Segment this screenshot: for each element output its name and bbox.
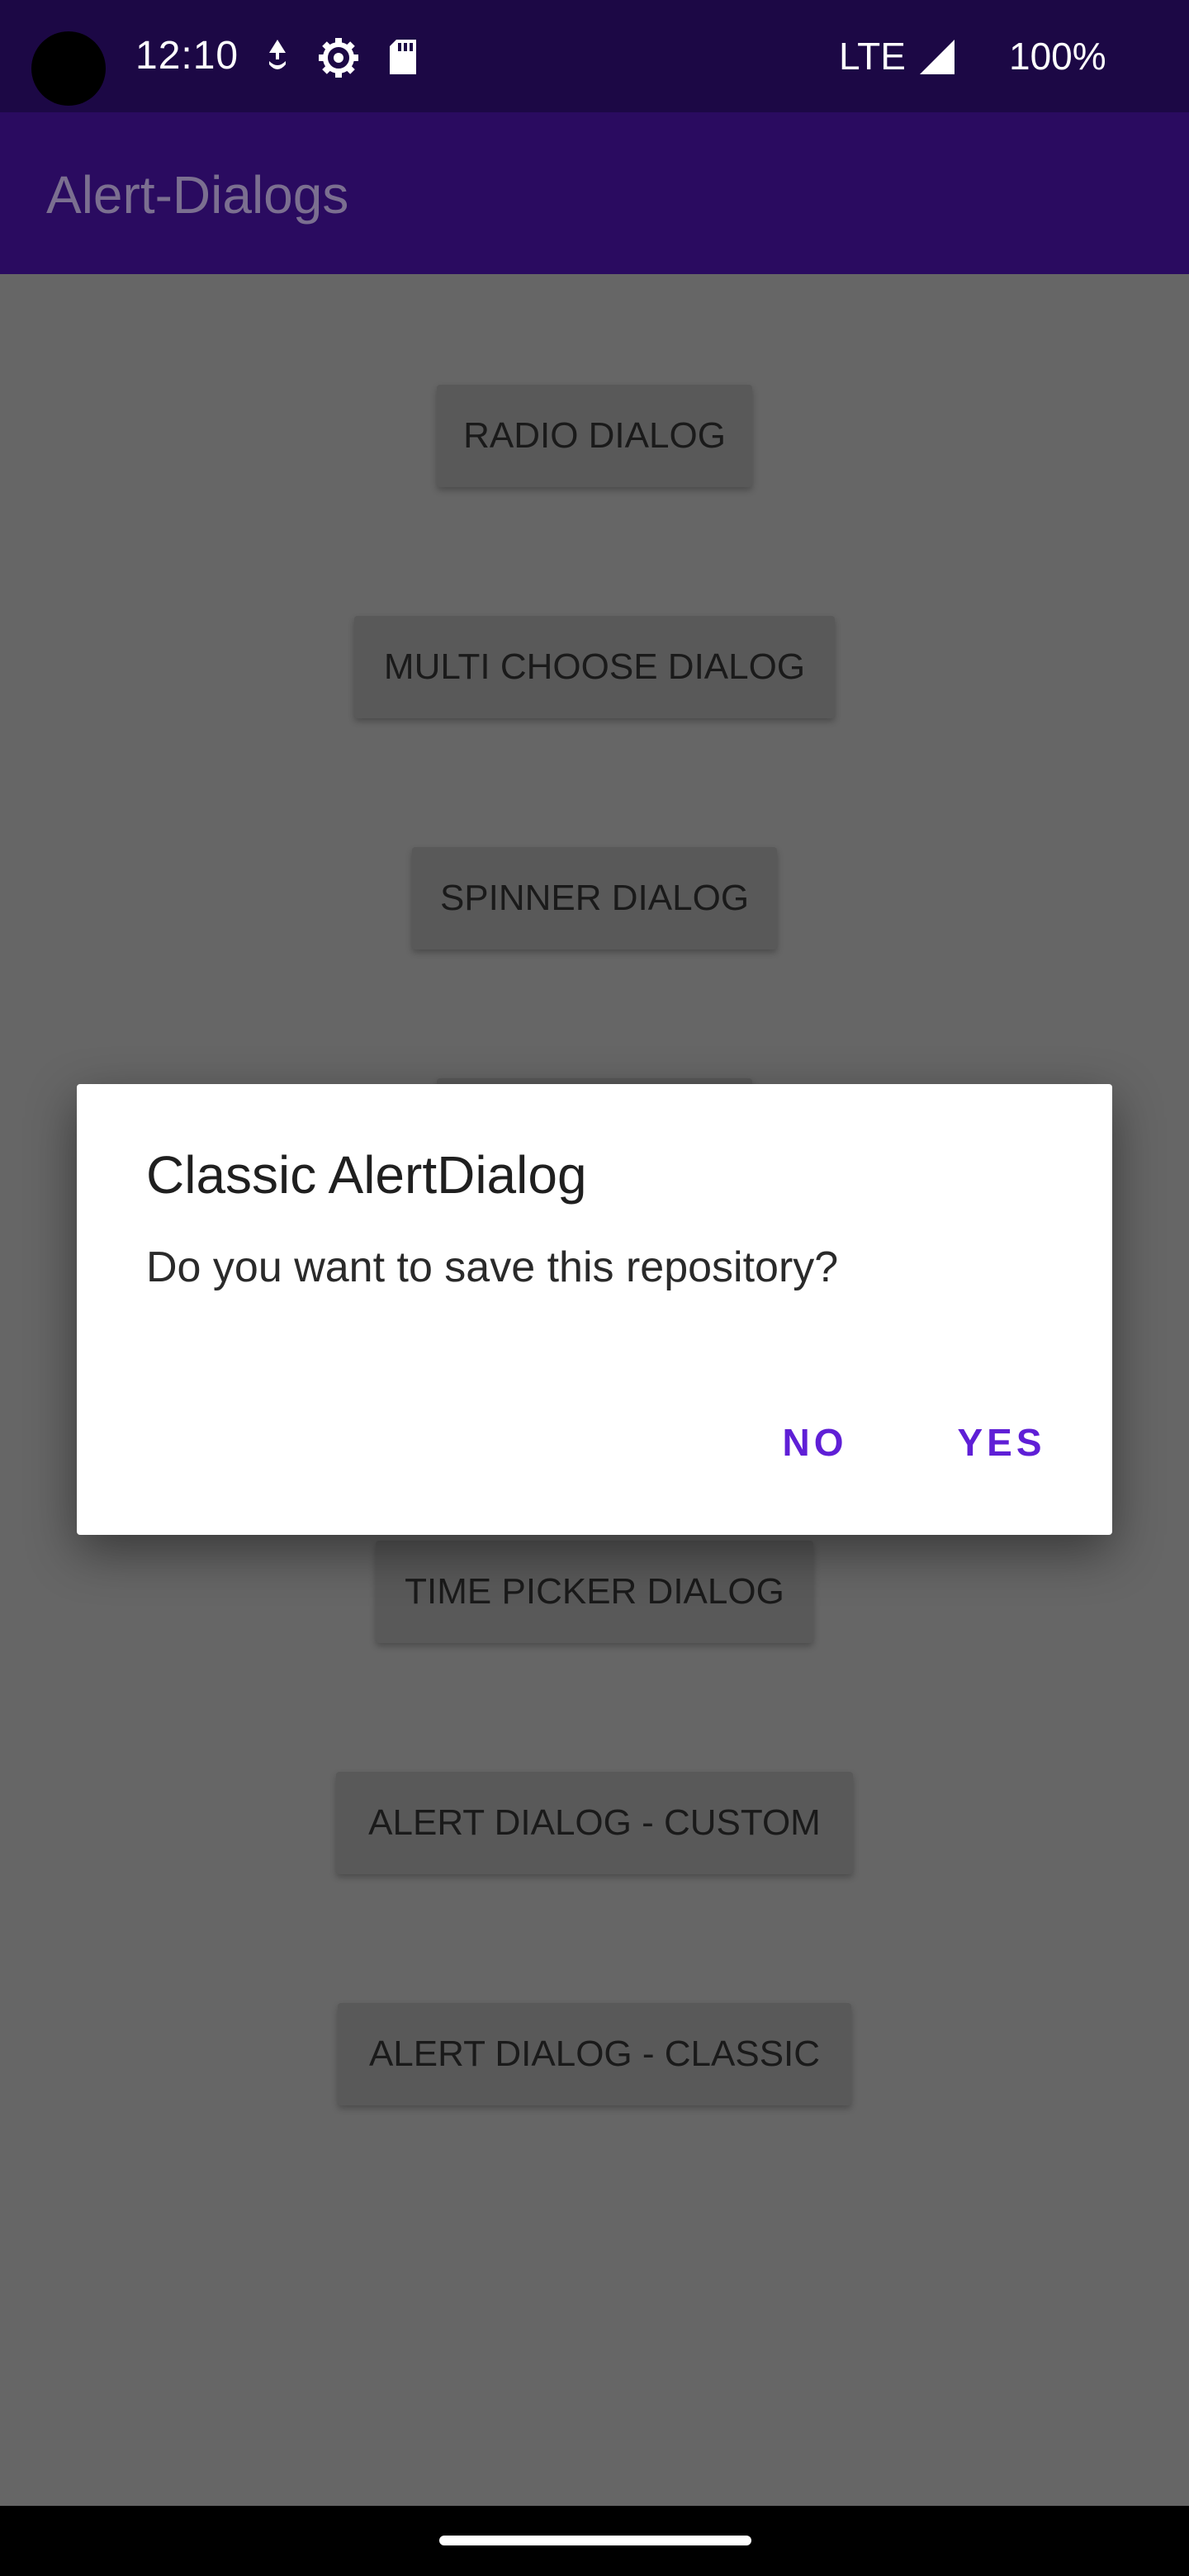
home-gesture-handle[interactable] [439, 2536, 751, 2545]
alert-dialog: Classic AlertDialog Do you want to save … [77, 1084, 1112, 1535]
app-bar: Alert-Dialogs [0, 112, 1189, 274]
settings-gear-icon [319, 38, 358, 78]
app-title: Alert-Dialogs [46, 165, 349, 225]
dialog-message: Do you want to save this repository? [146, 1243, 839, 1291]
time-picker-dialog-button[interactable]: TIME PICKER DIALOG [376, 1541, 813, 1643]
camera-cutout [31, 31, 106, 106]
battery-level: 100% [1009, 35, 1106, 78]
spinner-dialog-button[interactable]: SPINNER DIALOG [412, 847, 777, 949]
navigation-bar [0, 2506, 1189, 2576]
alert-dialog-custom-button[interactable]: ALERT DIALOG - CUSTOM [336, 1772, 853, 1874]
data-saver-icon [269, 40, 286, 69]
radio-dialog-button[interactable]: RADIO DIALOG [437, 385, 752, 487]
dialog-title: Classic AlertDialog [146, 1145, 587, 1205]
status-time: 12:10 [135, 34, 239, 78]
no-button[interactable]: NO [749, 1409, 881, 1475]
status-bar: 12:10 LTE 100% [0, 0, 1189, 112]
sd-card-icon [390, 40, 416, 74]
signal-icon [920, 40, 955, 74]
network-type: LTE [839, 35, 906, 78]
yes-button[interactable]: YES [929, 1409, 1074, 1475]
alert-dialog-classic-button[interactable]: ALERT DIALOG - CLASSIC [338, 2003, 851, 2105]
multi-choose-dialog-button[interactable]: MULTI CHOOSE DIALOG [354, 616, 835, 718]
